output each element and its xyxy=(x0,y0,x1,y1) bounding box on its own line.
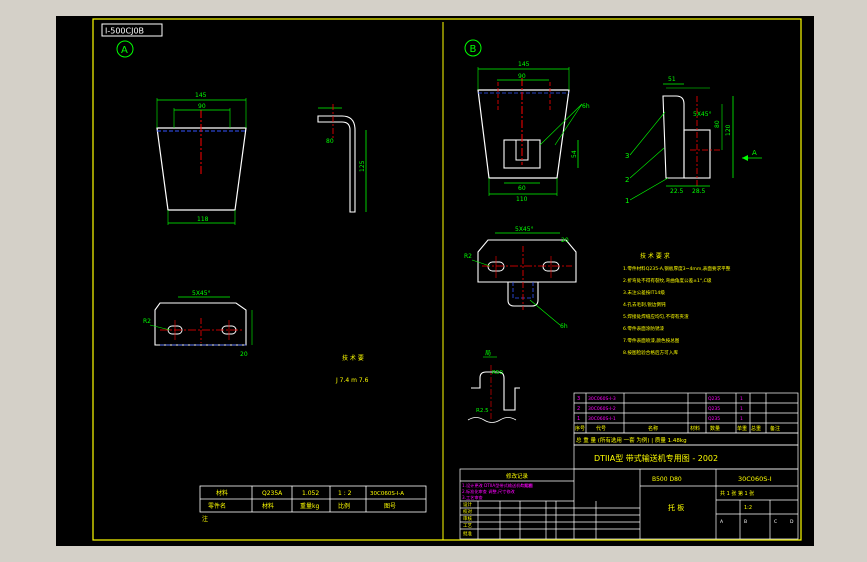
bom-cell: 1 xyxy=(577,416,580,422)
bom-header: 总重 xyxy=(751,425,761,432)
view-b-dim-bottom: 110 xyxy=(516,196,528,203)
sign-role: 校对 xyxy=(463,508,472,515)
view-a-dim-side: 20 xyxy=(240,351,248,358)
view-b-dim-side-height: 120 xyxy=(725,124,732,136)
tech-note: 1.零件材料Q235-A,钢板厚度3~4mm,表面要求平整 xyxy=(623,265,731,272)
view-b-dim-slot: 60 xyxy=(518,185,526,192)
sign-role: 批准 xyxy=(463,530,472,537)
view-b-balloon-2: 2 xyxy=(625,176,629,184)
change-title: 修改记录 xyxy=(506,472,529,480)
small-table-r2: 重量kg xyxy=(300,502,319,510)
scale-label: 1:2 xyxy=(744,505,752,511)
sign-role: 工艺 xyxy=(463,523,472,529)
view-b-dim-side-width: 51 xyxy=(668,76,676,83)
tech-note: 6.零件表面涂防锈漆 xyxy=(623,325,665,332)
sign-role: 设计 xyxy=(463,501,472,508)
view-b-dim-top: 145 xyxy=(518,61,530,68)
mini-label: B xyxy=(744,519,747,525)
drawing-code-tag: I-500CJ0B xyxy=(105,27,144,36)
view-b-detail-label: 局 xyxy=(485,350,491,357)
small-table-r1: 材料 xyxy=(262,502,274,510)
tech-note: 3.未注公差按IT14级 xyxy=(623,289,665,296)
view-b-detail-dim-1: R50 xyxy=(492,370,503,376)
project-title: DTIIA型 带式输送机专用图 - 2002 xyxy=(594,453,718,463)
bom-cell: 1 xyxy=(740,396,743,402)
bom-header: 数量 xyxy=(710,425,720,432)
small-table-h1: Q235A xyxy=(262,490,283,497)
change-note: 2.标准化审查 调整,尺寸修改 xyxy=(462,488,516,495)
view-b-dim-side-inner: 80 xyxy=(714,120,721,128)
view-b-balloon-3: 3 xyxy=(625,152,629,160)
tech-note: 2.折弯处不得有裂纹,弯曲角度公差±1°,C级 xyxy=(623,277,712,284)
small-table-r0: 零件名 xyxy=(208,502,226,510)
view-a-dim-hole: R2 xyxy=(143,318,151,325)
small-table-footer: 注 xyxy=(202,515,208,523)
view-b-detail-dim-2: R2.5 xyxy=(476,408,489,414)
bom-cell: Q235 xyxy=(708,416,720,422)
spec-code: B500 D80 xyxy=(652,476,682,483)
change-note: 3.工艺审查 xyxy=(462,494,484,501)
view-b-dim-inner: 90 xyxy=(518,73,526,80)
sign-role: 审核 xyxy=(463,515,472,522)
view-a-dim-top: 145 xyxy=(195,92,207,99)
bom-cell: 1 xyxy=(740,416,743,422)
cad-viewport: I-500CJ0B A 145 90 118 80 125 5X45° R2 2… xyxy=(0,0,867,562)
small-table-r4: 图号 xyxy=(384,503,396,510)
view-a-note-line: J 7.4 m 7.6 xyxy=(335,377,369,384)
tech-note: 8.按图检验合格后方可入库 xyxy=(623,349,678,356)
small-table-r3: 比例 xyxy=(338,502,350,510)
bom-header: 代号 xyxy=(596,425,606,432)
tech-note: 5.焊接处焊缝应均匀,不得有夹渣 xyxy=(623,313,689,320)
bom-cell: Q235 xyxy=(708,396,720,402)
view-b-section-mark: A xyxy=(752,149,757,157)
view-b-plan-chamfer: 5X45° xyxy=(515,226,534,233)
view-b-balloon-1: 1 xyxy=(625,197,629,205)
view-b-plan-side: 20 xyxy=(561,237,569,244)
view-a-label: A xyxy=(121,45,128,56)
mini-label: C xyxy=(774,519,777,525)
change-note: 4.批准 xyxy=(520,482,532,489)
view-b-callout: 6h xyxy=(582,103,590,110)
sheet-info: 共 1 张 第 1 张 xyxy=(720,490,754,497)
small-table-h4: 30C060S-I-A xyxy=(370,491,404,497)
view-a-dim-height: 125 xyxy=(359,160,366,172)
bom-header: 备注 xyxy=(770,425,780,432)
view-b-dim-base-left: 22.5 xyxy=(670,188,684,195)
bom-cell: 1 xyxy=(740,406,743,412)
view-b-dim-chamfer: 5X45° xyxy=(693,111,712,118)
view-a-dim-bottom: 118 xyxy=(197,216,209,223)
view-b-plan-callout: 6h xyxy=(560,323,568,330)
small-table-h2: 1.052 xyxy=(302,490,319,497)
drawing-canvas: I-500CJ0B A 145 90 118 80 125 5X45° R2 2… xyxy=(56,16,814,546)
title-spec-line: 总 重 量 (所有选用 一套 为例) | 质量 1.48kg xyxy=(576,436,687,444)
bom-header: 材料 xyxy=(690,425,700,432)
view-b-dim-height: 54 xyxy=(571,150,578,158)
bom-cell: 2 xyxy=(577,406,580,412)
bom-cell: 3 xyxy=(577,396,580,402)
small-table-h0: 材料 xyxy=(216,489,228,497)
view-a-note-title: 技 术 要 xyxy=(342,354,364,362)
view-b-plan-dia: R2 xyxy=(464,253,472,260)
view-a-dim-bend: 80 xyxy=(326,138,334,145)
view-b-tech-title: 技 术 要 求 xyxy=(640,252,670,260)
mini-label: D xyxy=(790,519,794,525)
view-a-dim-chamfer: 5X45° xyxy=(192,290,211,297)
part-name: 托 板 xyxy=(668,503,684,512)
bom-header: 名称 xyxy=(648,425,658,432)
drawing-number: 30C060S-I xyxy=(738,475,772,483)
bom-cell: 30C060S-I-1 xyxy=(588,416,616,422)
tech-note: 7.零件表面喷漆,颜色按总图 xyxy=(623,337,680,344)
bom-cell: 30C060S-I-2 xyxy=(588,406,616,412)
view-a-dim-inner: 90 xyxy=(198,103,206,110)
small-table-h3: 1 : 2 xyxy=(338,490,352,497)
bom-cell: 30C060S-I-3 xyxy=(588,396,616,402)
bom-cell: Q235 xyxy=(708,406,720,412)
bom-header: 序号 xyxy=(575,425,585,432)
view-b-label: B xyxy=(470,44,477,55)
bom-header: 单重 xyxy=(737,425,747,432)
view-b-dim-base-right: 28.5 xyxy=(692,188,706,195)
tech-note: 4.孔去毛刺,锐边倒钝 xyxy=(623,301,666,308)
sign-rows: 设计 校对 审核 工艺 批准 xyxy=(463,501,472,537)
